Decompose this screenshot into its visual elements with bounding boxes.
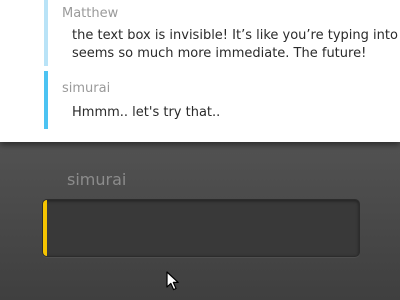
chat-message: Matthew the text box is invisible! It’s … (44, 0, 400, 66)
message-author: simurai (62, 81, 111, 96)
composer-username: simurai (67, 170, 127, 189)
message-author: Matthew (62, 6, 119, 21)
message-accent-bar (44, 71, 48, 129)
input-accent-bar (43, 200, 47, 256)
message-accent-bar (44, 0, 48, 66)
message-line: seems so much more immediate. The future… (72, 46, 367, 61)
chat-transcript: Matthew the text box is invisible! It’s … (0, 0, 400, 142)
message-line: Hmmm.. let's try that.. (72, 105, 221, 120)
message-input[interactable] (42, 199, 360, 257)
chat-window: Matthew the text box is invisible! It’s … (0, 0, 400, 300)
message-text: the text box is invisible! It’s like you… (72, 27, 400, 63)
chat-message: simurai Hmmm.. let's try that.. (44, 71, 400, 129)
mouse-pointer-icon (166, 271, 179, 291)
message-text: Hmmm.. let's try that.. (72, 104, 220, 122)
message-composer: simurai (0, 142, 400, 300)
message-line: the text box is invisible! It’s like you… (72, 28, 400, 43)
